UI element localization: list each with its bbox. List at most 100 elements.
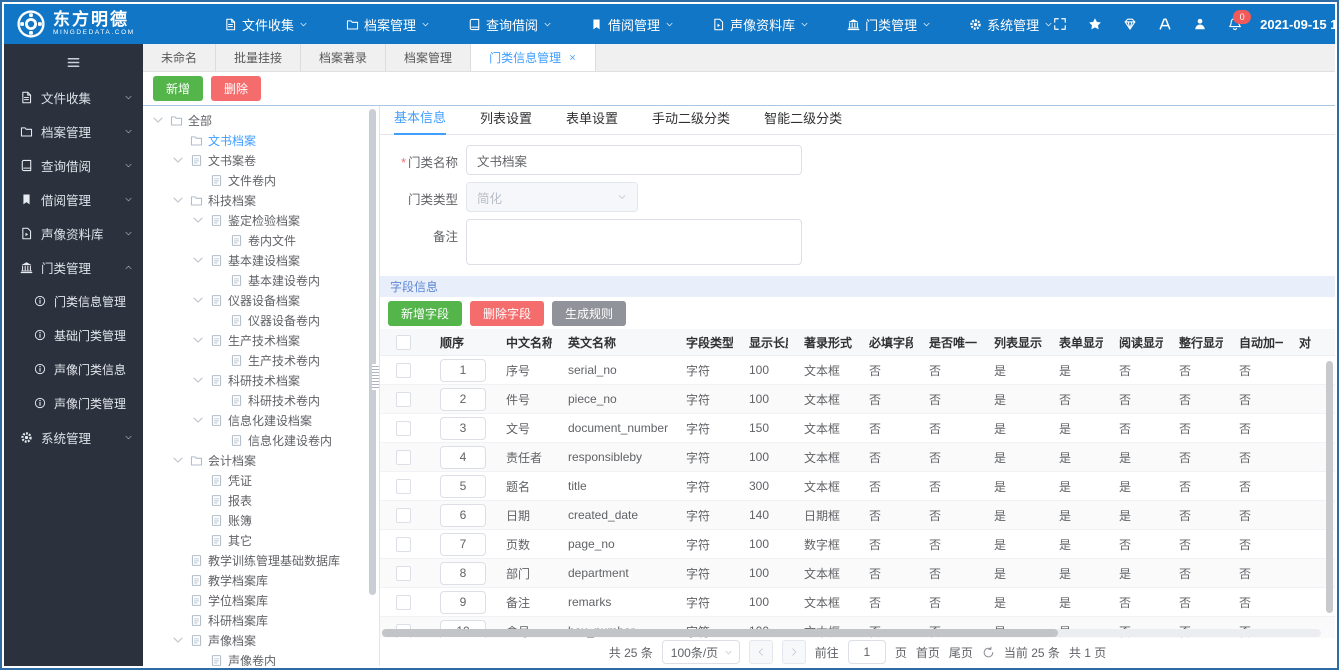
sidebar-item-4[interactable]: 借阅管理 [4,182,143,216]
sidebar-item-6[interactable]: 门类管理 [4,250,143,284]
delete-button[interactable]: 删除 [211,76,262,101]
tree-node[interactable]: 基本建设档案 [143,250,379,270]
gem-action[interactable] [1123,17,1137,31]
scrollbar-thumb[interactable] [382,629,1059,637]
sidebar-item-7[interactable]: 系统管理 [4,420,143,454]
detail-tab-2[interactable]: 列表设置 [480,108,532,134]
tree-node[interactable]: 文书档案 [143,130,379,150]
order-input[interactable]: 7 [440,532,486,556]
table-row[interactable]: 2 件号 piece_no 字符 100 文本框否否是否否否否 [380,384,1335,414]
add-button[interactable]: 新增 [153,76,204,101]
open-tab-5[interactable]: 门类信息管理 [471,44,597,71]
row-checkbox[interactable] [396,362,411,378]
tree-node[interactable]: 生产技术卷内 [143,350,379,370]
order-input[interactable]: 8 [440,561,486,585]
sidebar-subitem-1[interactable]: 门类信息管理 [4,284,143,318]
tree-caret-icon[interactable] [171,153,185,167]
open-tab-3[interactable]: 档案著录 [301,44,387,71]
detail-tab-3[interactable]: 表单设置 [566,108,618,134]
bell-action[interactable]: 0 [1228,10,1252,31]
sidebar-item-3[interactable]: 查询借阅 [4,148,143,182]
row-checkbox[interactable] [396,536,411,552]
page-size-select[interactable]: 100条/页 [661,640,740,664]
tree-node[interactable]: 科研技术档案 [143,370,379,390]
tree-node[interactable]: 卷内文件 [143,230,379,250]
fullscreen-action[interactable] [1053,17,1067,31]
row-checkbox[interactable] [396,420,411,436]
order-input[interactable]: 9 [440,590,486,614]
topbar-menu-3[interactable]: 查询借阅 [468,15,552,34]
tree-node[interactable]: 科技档案 [143,190,379,210]
sidebar-item-2[interactable]: 档案管理 [4,114,143,148]
topbar-menu-4[interactable]: 借阅管理 [590,15,674,34]
order-input[interactable]: 2 [440,387,486,411]
first-page-link[interactable]: 首页 [916,644,940,661]
generate-rule-button[interactable]: 生成规则 [552,300,627,326]
font-action[interactable] [1158,17,1172,31]
detail-tab-4[interactable]: 手动二级分类 [652,108,730,134]
tree-node[interactable]: 信息化建设档案 [143,410,379,430]
table-row[interactable]: 8 部门 department 字符 100 文本框否否是是是否否 [380,558,1335,588]
sidebar-item-1[interactable]: 文件收集 [4,80,143,114]
row-checkbox[interactable] [396,507,411,523]
order-input[interactable]: 4 [440,445,486,469]
sidebar-item-5[interactable]: 声像资料库 [4,216,143,250]
row-checkbox[interactable] [396,478,411,494]
order-input[interactable]: 5 [440,474,486,498]
table-row[interactable]: 7 页数 page_no 字符 100 数字框否否是是否否否 [380,529,1335,559]
category-name-input[interactable] [466,145,802,175]
topbar-menu-7[interactable]: 系统管理 [969,15,1053,34]
table-vertical-scrollbar[interactable] [1326,361,1333,613]
tree-node[interactable]: 学位档案库 [143,590,379,610]
detail-tab-5[interactable]: 智能二级分类 [764,108,842,134]
open-tab-2[interactable]: 批量挂接 [216,44,302,71]
tree-caret-icon[interactable] [171,453,185,467]
tree-node[interactable]: 教学档案库 [143,570,379,590]
tree-caret-icon[interactable] [191,253,205,267]
tree-node[interactable]: 文书案卷 [143,150,379,170]
sidebar-subitem-2[interactable]: 基础门类管理 [4,318,143,352]
order-input[interactable]: 1 [440,358,486,382]
tree-caret-icon[interactable] [171,633,185,647]
tree-caret-icon[interactable] [151,113,165,127]
splitter-grip[interactable] [372,364,379,390]
tree-node[interactable]: 生产技术档案 [143,330,379,350]
tree-caret-icon[interactable] [191,373,205,387]
topbar-menu-6[interactable]: 门类管理 [847,15,931,34]
star-action[interactable] [1088,17,1102,31]
row-checkbox[interactable] [396,449,411,465]
table-row[interactable]: 3 文号 document_number 字符 150 文本框否否是是否否否 [380,413,1335,443]
open-tab-1[interactable]: 未命名 [143,44,217,71]
row-checkbox[interactable] [396,594,411,610]
row-checkbox[interactable] [396,391,411,407]
tree-node[interactable]: 声像卷内 [143,650,379,666]
tree-node[interactable]: 科研技术卷内 [143,390,379,410]
tree-node[interactable]: 仪器设备档案 [143,290,379,310]
tree-caret-icon[interactable] [191,413,205,427]
order-input[interactable]: 3 [440,416,486,440]
topbar-menu-5[interactable]: 声像资料库 [712,15,809,34]
topbar-menu-2[interactable]: 档案管理 [346,15,430,34]
refresh-icon[interactable] [982,646,995,659]
next-page-button[interactable] [781,640,806,664]
detail-tab-1[interactable]: 基本信息 [394,107,447,135]
tree-caret-icon[interactable] [191,293,205,307]
table-row[interactable]: 9 备注 remarks 字符 100 文本框否否是是否否否 [380,587,1335,617]
open-tab-4[interactable]: 档案管理 [386,44,472,71]
sidebar-subitem-3[interactable]: 声像门类信息 [4,352,143,386]
delete-field-button[interactable]: 删除字段 [470,300,545,326]
tree-node[interactable]: 会计档案 [143,450,379,470]
order-input[interactable]: 6 [440,503,486,527]
tree-caret-icon[interactable] [191,333,205,347]
tree-node[interactable]: 声像档案 [143,630,379,650]
tree-node[interactable]: 科研档案库 [143,610,379,630]
goto-page-input[interactable] [847,640,886,664]
table-row[interactable]: 6 日期 created_date 字符 140 日期框否否是是是否否 [380,500,1335,530]
sidebar-subitem-4[interactable]: 声像门类管理 [4,386,143,420]
prev-page-button[interactable] [748,640,773,664]
table-horizontal-scrollbar[interactable] [382,629,1321,637]
tree-node[interactable]: 鉴定检验档案 [143,210,379,230]
user-action[interactable] [1193,17,1207,31]
row-checkbox[interactable] [396,565,411,581]
add-field-button[interactable]: 新增字段 [388,300,463,326]
